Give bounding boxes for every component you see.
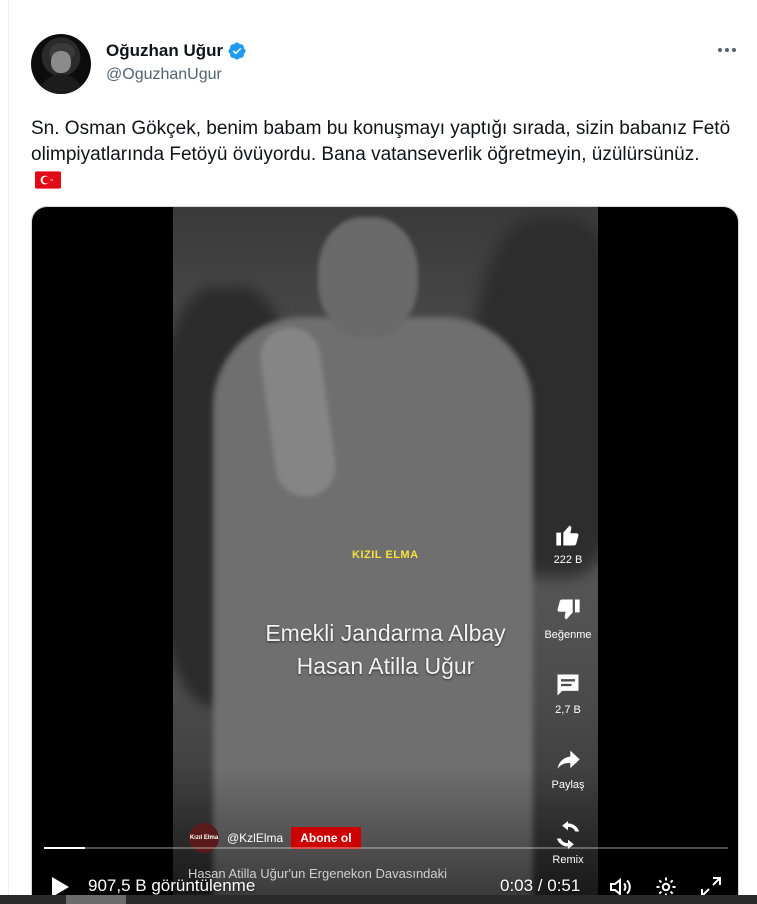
video-player[interactable]: KIZIL ELMA Emekli Jandarma Albay Hasan A… — [31, 206, 739, 904]
like-count: 222 B — [553, 554, 583, 566]
bottom-scroll-bar — [0, 895, 757, 904]
video-overlay-title: Emekli Jandarma Albay — [265, 620, 506, 646]
turkey-flag-icon — [35, 171, 61, 189]
video-overlay-subtitle: Hasan Atilla Uğur — [296, 653, 475, 679]
dislike-button[interactable]: Beğenme — [533, 596, 598, 641]
time-display: 0:03 / 0:51 — [500, 876, 581, 895]
like-button[interactable]: 222 B — [533, 521, 598, 566]
dislike-icon — [557, 599, 580, 620]
subscribe-button[interactable]: Abone ol — [291, 827, 361, 849]
more-icon[interactable] — [714, 40, 740, 60]
remix-icon — [556, 821, 580, 849]
author-name-row: Oğuzhan Uğur — [106, 41, 247, 61]
share-label: Paylaş — [551, 779, 585, 791]
like-icon — [556, 525, 579, 546]
author-handle[interactable]: @OguzhanUgur — [106, 66, 222, 84]
remix-label: Remix — [552, 854, 584, 866]
tweet-text: Sn. Osman Gökçek, benim babam bu konuşma… — [31, 116, 731, 194]
avatar[interactable] — [31, 34, 91, 94]
dislike-label: Beğenme — [544, 629, 592, 641]
share-button[interactable]: Paylaş — [533, 746, 598, 791]
video-frame[interactable]: KIZIL ELMA Emekli Jandarma Albay Hasan A… — [173, 207, 598, 904]
remix-button[interactable]: Remix — [533, 821, 598, 866]
comment-button[interactable]: 2,7 B — [533, 671, 598, 716]
left-divider — [8, 0, 9, 904]
progress-bar[interactable] — [44, 847, 728, 849]
progress-fill — [44, 847, 86, 849]
channel-tag: KIZIL ELMA — [352, 549, 419, 561]
tweet-body: Sn. Osman Gökçek, benim babam bu konuşma… — [31, 118, 731, 165]
view-count: 907,5 B görüntülenme — [88, 876, 256, 895]
author-display-name[interactable]: Oğuzhan Uğur — [106, 41, 223, 61]
verified-badge-icon — [228, 42, 246, 60]
share-icon — [557, 750, 580, 769]
channel-handle[interactable]: @KzlElma — [227, 831, 283, 845]
comment-count: 2,7 B — [555, 704, 581, 716]
comment-icon — [557, 674, 579, 696]
